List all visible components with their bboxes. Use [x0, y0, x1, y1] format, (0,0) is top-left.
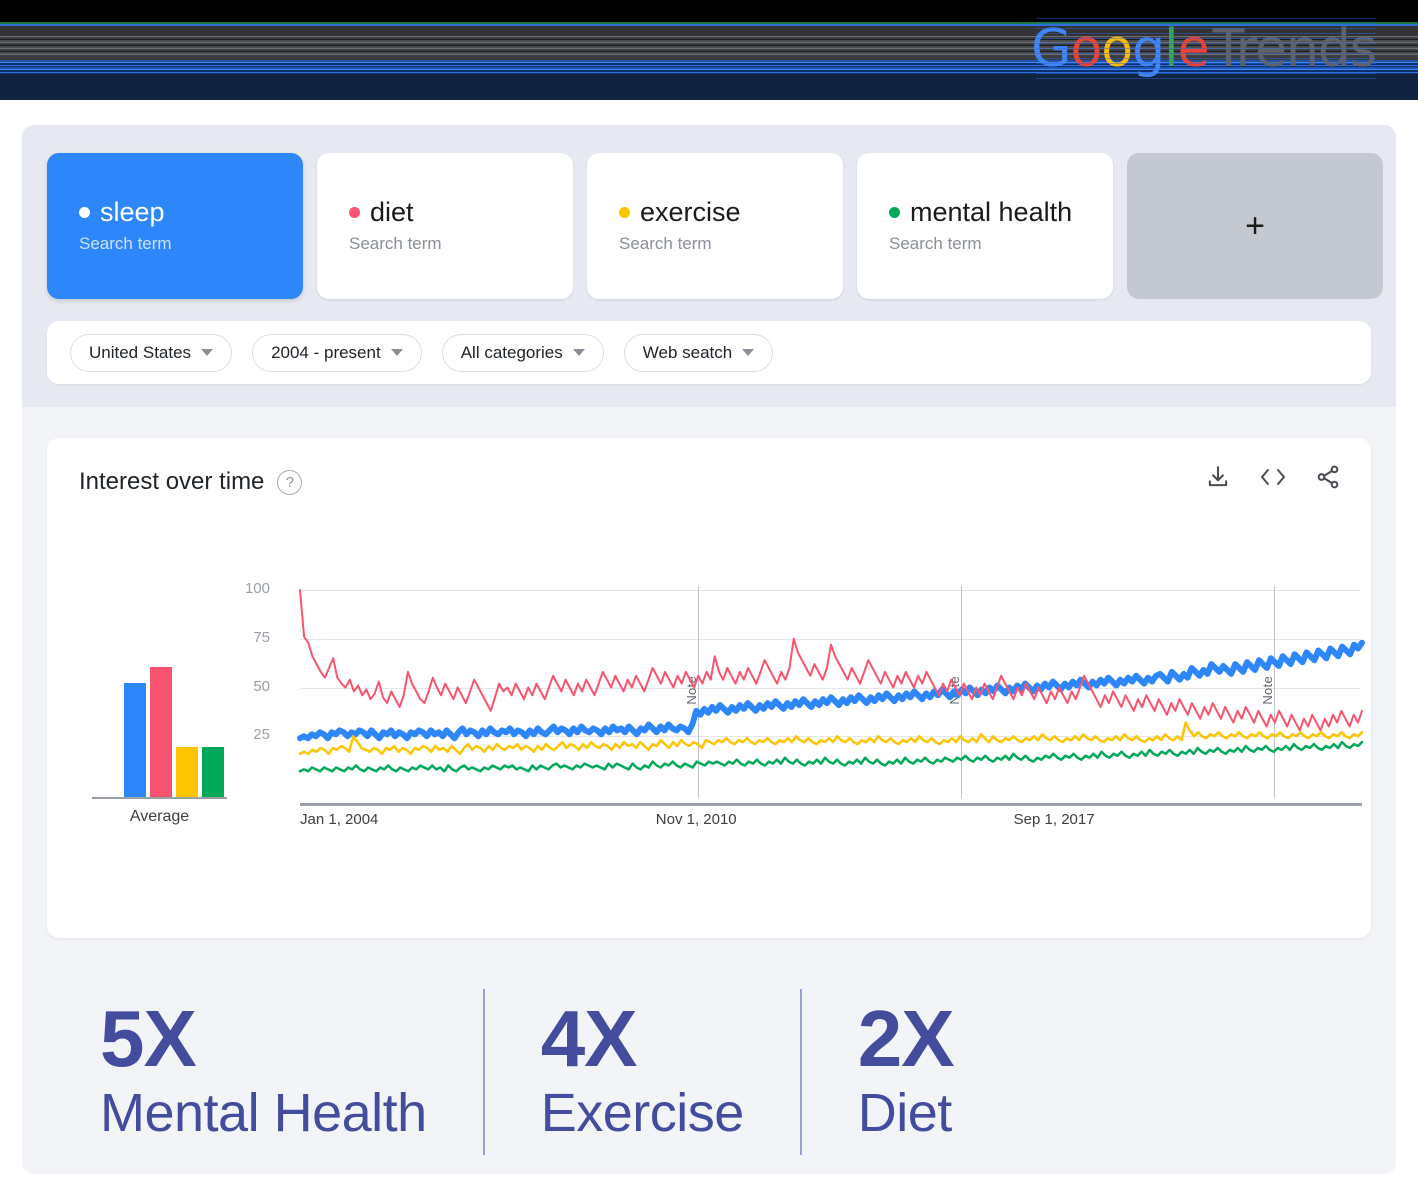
controls-section: sleep Search term diet Search term exercise S…	[22, 125, 1396, 407]
chevron-down-icon	[201, 349, 214, 356]
search-term-chip-mental-health[interactable]: mental health Search term	[857, 153, 1113, 299]
page-title: Interest over time	[79, 468, 265, 495]
series-line-mental-health	[300, 742, 1362, 771]
x-axis-tick-2: Sep 1, 2017	[1013, 811, 1095, 828]
average-bar-mental-health	[202, 746, 224, 797]
stat-mental-health: 5X Mental Health	[100, 993, 427, 1143]
stat-divider	[482, 989, 485, 1155]
series-line-exercise	[300, 723, 1362, 754]
chip-type-label: Search term	[79, 234, 172, 254]
series-color-dot-icon	[619, 207, 630, 218]
filter-dropdown-web-seatch[interactable]: Web seatch	[623, 333, 774, 372]
y-axis-tick-50: 50	[253, 677, 270, 695]
filter-dropdown-united-states[interactable]: United States	[70, 333, 233, 372]
stat-multiplier: 5X	[100, 993, 197, 1083]
embed-code-icon[interactable]	[1258, 466, 1288, 488]
average-bar-diet	[150, 667, 172, 797]
filter-dropdown-all-categories[interactable]: All categories	[441, 333, 604, 372]
chevron-down-icon	[742, 349, 755, 356]
stat-diet: 2X Diet	[857, 993, 955, 1143]
x-axis-tick-1: Nov 1, 2010	[655, 811, 737, 828]
chip-term-label: exercise	[640, 196, 741, 227]
search-term-chips: sleep Search term diet Search term exercise S…	[47, 153, 1383, 299]
filter-label: 2004 - present	[271, 342, 381, 362]
filter-label: Web seatch	[642, 342, 733, 362]
stat-label: Exercise	[540, 1082, 745, 1143]
stat-label: Diet	[857, 1082, 953, 1143]
chevron-down-icon	[572, 349, 585, 356]
chip-term-label: diet	[370, 196, 414, 227]
average-bar-chart: Average	[92, 578, 257, 828]
chip-term-row: sleep	[79, 196, 303, 228]
stat-label: Mental Health	[100, 1082, 427, 1143]
y-axis-tick-75: 75	[253, 628, 270, 646]
interest-over-time-card: Interest over time ? Average 100 75 50 2…	[47, 438, 1371, 938]
chip-term-row: mental health	[889, 196, 1113, 228]
logo-letter-o2: o	[1101, 19, 1133, 79]
logo-letter-g1: G	[1031, 19, 1071, 79]
filter-label: All categories	[460, 342, 563, 362]
help-icon[interactable]: ?	[277, 469, 303, 495]
series-line-diet	[300, 590, 1362, 730]
share-icon[interactable]	[1315, 464, 1341, 490]
logo-letter-l: l	[1164, 19, 1178, 79]
chart-toolbar	[1205, 464, 1341, 490]
filter-label: United States	[89, 342, 192, 362]
stat-multiplier: 4X	[540, 993, 638, 1083]
filter-bar: United States 2004 - present All categorie…	[47, 321, 1371, 384]
filter-dropdown-2004-present[interactable]: 2004 - present	[252, 333, 422, 372]
stat-multiplier: 2X	[857, 993, 955, 1083]
average-label: Average	[129, 808, 190, 825]
logo-letter-g2: g	[1132, 19, 1165, 79]
average-bar-sleep	[124, 682, 146, 797]
series-color-dot-icon	[349, 207, 360, 218]
chip-type-label: Search term	[349, 234, 442, 254]
chip-type-label: Search term	[619, 234, 712, 254]
chart-series-lines	[300, 578, 1362, 803]
search-term-chip-diet[interactable]: diet Search term	[317, 153, 573, 299]
series-color-dot-icon	[79, 207, 90, 218]
logo-trends-word: Trends	[1212, 19, 1377, 79]
trends-shell: sleep Search term diet Search term exercise S…	[22, 125, 1396, 1174]
logo-letter-o1: o	[1070, 19, 1102, 79]
chart-header: Interest over time ?	[79, 468, 303, 496]
stat-exercise: 4X Exercise	[540, 993, 745, 1143]
y-axis-tick-100: 100	[244, 580, 270, 597]
chip-type-label: Search term	[889, 234, 982, 254]
search-term-chip-sleep[interactable]: sleep Search term	[47, 153, 303, 299]
search-term-chip-exercise[interactable]: exercise Search term	[587, 153, 843, 299]
page-body: sleep Search term diet Search term exercise S…	[0, 100, 1418, 1199]
chevron-down-icon	[390, 349, 403, 356]
chart-x-axis	[300, 803, 1362, 806]
download-icon[interactable]	[1205, 464, 1231, 490]
chart-plot-area: Average 100 75 50 25 Note Note Note Jan 1, 20…	[47, 578, 1371, 828]
google-trends-logo[interactable]: G o o g l e Trends	[1031, 18, 1377, 80]
y-axis-tick-25: 25	[253, 726, 270, 744]
average-baseline	[92, 796, 227, 799]
chip-term-row: exercise	[619, 196, 843, 228]
average-bar-exercise	[176, 746, 198, 797]
chip-term-row: diet	[349, 196, 573, 228]
chip-term-label: sleep	[100, 196, 165, 227]
stat-divider	[799, 989, 802, 1155]
interest-line-graph: 100 75 50 25 Note Note Note Jan 1, 2004 Nov 1,…	[245, 578, 1367, 828]
x-axis-tick-0: Jan 1, 2004	[300, 811, 379, 828]
add-search-term-button[interactable]: +	[1127, 153, 1383, 299]
series-color-dot-icon	[889, 207, 900, 218]
logo-letter-e: e	[1177, 19, 1210, 79]
page-header: G o o g l e Trends	[0, 0, 1418, 100]
chip-term-label: mental health	[910, 196, 1073, 227]
summary-stats: 5X Mental Health 4X Exercise 2X Diet	[22, 970, 1396, 1174]
